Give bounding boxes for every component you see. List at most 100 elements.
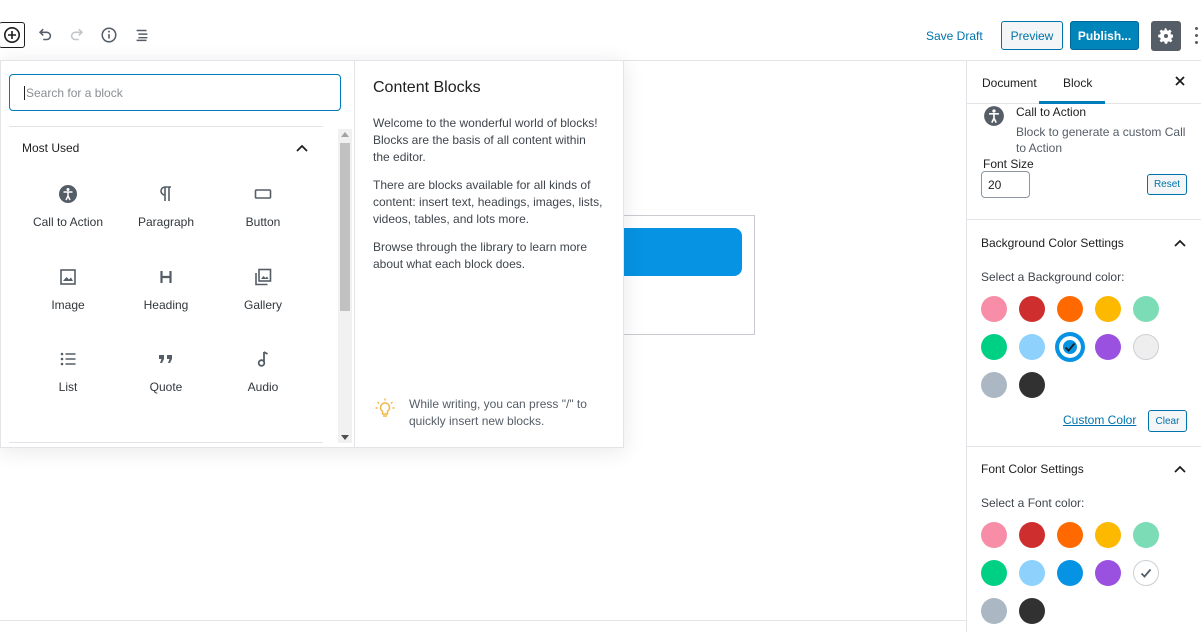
- color-swatch[interactable]: [1019, 598, 1045, 624]
- checkmark-icon: [1064, 342, 1076, 352]
- info-paragraph: Welcome to the wonderful world of blocks…: [373, 116, 598, 164]
- color-swatch[interactable]: [1057, 334, 1083, 360]
- publish-button[interactable]: Publish...: [1070, 21, 1139, 50]
- block-item-call-to-action[interactable]: Call to Action: [19, 179, 117, 249]
- info-title: Content Blocks: [373, 79, 481, 96]
- color-swatch[interactable]: [1057, 296, 1083, 322]
- color-swatch[interactable]: [981, 334, 1007, 360]
- block-item-heading[interactable]: Heading: [117, 262, 215, 332]
- checkmark-icon: [1140, 568, 1152, 578]
- color-swatch[interactable]: [1057, 522, 1083, 548]
- block-item-paragraph[interactable]: Paragraph: [117, 179, 215, 249]
- more-icon: [1195, 27, 1198, 30]
- scroll-up-arrow[interactable]: [341, 132, 349, 137]
- divider: [9, 126, 323, 127]
- text-caret: [24, 85, 25, 100]
- scrollbar-thumb[interactable]: [340, 143, 350, 311]
- button-icon: [254, 189, 272, 199]
- block-card-description: Block to generate a custom Call to Actio…: [1016, 125, 1186, 155]
- color-swatch[interactable]: [981, 522, 1007, 548]
- reset-font-size-button[interactable]: Reset: [1147, 174, 1187, 195]
- block-item-gallery[interactable]: Gallery: [214, 262, 312, 332]
- font-color-panel-toggle[interactable]: Font Color Settings: [981, 462, 1084, 476]
- color-swatch[interactable]: [1095, 296, 1121, 322]
- lightbulb-icon: [375, 398, 395, 417]
- color-swatch[interactable]: [1019, 296, 1045, 322]
- info-paragraph: Browse through the library to learn more…: [373, 240, 588, 271]
- color-swatch[interactable]: [981, 372, 1007, 398]
- info-paragraph: There are blocks available for all kinds…: [373, 178, 603, 226]
- block-item-audio[interactable]: Audio: [214, 344, 312, 414]
- color-swatch[interactable]: [1057, 560, 1083, 586]
- undo-button[interactable]: [32, 22, 58, 48]
- color-swatch[interactable]: [1019, 560, 1045, 586]
- info-icon: [101, 27, 117, 43]
- quote-icon: [159, 355, 172, 363]
- close-sidebar-button[interactable]: [1173, 74, 1189, 90]
- chevron-up-icon[interactable]: [295, 141, 309, 155]
- block-item-list[interactable]: List: [19, 344, 117, 414]
- font-size-input[interactable]: 20: [981, 171, 1030, 198]
- block-label: List: [58, 380, 78, 394]
- scroll-down-arrow[interactable]: [341, 435, 349, 440]
- divider: [9, 442, 323, 443]
- divider: [967, 446, 1201, 447]
- tab-block[interactable]: Block: [1063, 76, 1092, 90]
- pilcrow-icon: [160, 186, 171, 201]
- block-item-image[interactable]: Image: [19, 262, 117, 332]
- clear-color-button[interactable]: Clear: [1148, 410, 1187, 432]
- list-icon: [60, 352, 76, 366]
- chevron-up-icon[interactable]: [1173, 462, 1187, 476]
- color-swatch[interactable]: [1019, 522, 1045, 548]
- block-search-input[interactable]: Search for a block: [9, 74, 341, 111]
- chevron-up-icon[interactable]: [1173, 236, 1187, 250]
- color-swatch[interactable]: [1019, 334, 1045, 360]
- tab-document[interactable]: Document: [982, 76, 1037, 90]
- block-label: Call to Action: [32, 215, 104, 229]
- color-swatch[interactable]: [1133, 296, 1159, 322]
- active-tab-indicator: [1039, 101, 1105, 104]
- bg-color-panel-toggle[interactable]: Background Color Settings: [981, 236, 1124, 250]
- info-button[interactable]: [96, 22, 122, 48]
- color-swatch[interactable]: [1133, 334, 1159, 360]
- call-to-action-block[interactable]: [622, 215, 755, 335]
- more-menu-button[interactable]: [1194, 27, 1200, 45]
- inserter-list-panel: Search for a block Most Used Call to Act…: [1, 61, 355, 447]
- redo-icon: [70, 28, 84, 41]
- redo-button[interactable]: [64, 22, 90, 48]
- color-swatch[interactable]: [981, 560, 1007, 586]
- heading-icon: [160, 271, 172, 283]
- block-item-quote[interactable]: Quote: [117, 344, 215, 414]
- color-swatch[interactable]: [981, 598, 1007, 624]
- font-color-label: Select a Font color:: [981, 496, 1085, 510]
- preview-button[interactable]: Preview: [1001, 21, 1063, 50]
- most-used-heading[interactable]: Most Used: [22, 141, 79, 155]
- font-size-label: Font Size: [983, 157, 1034, 171]
- save-draft-link[interactable]: Save Draft: [926, 29, 983, 43]
- block-list-scrollbar[interactable]: [338, 129, 352, 443]
- cta-button-preview[interactable]: [623, 228, 742, 276]
- color-swatch[interactable]: [1095, 560, 1121, 586]
- close-icon: [1175, 76, 1185, 86]
- block-label: Quote: [149, 380, 183, 394]
- color-swatch[interactable]: [1019, 372, 1045, 398]
- block-label: Paragraph: [137, 215, 195, 229]
- block-label: Audio: [247, 380, 279, 394]
- block-item-button[interactable]: Button: [214, 179, 312, 249]
- tip-text: While writing, you can press "/" to quic…: [409, 397, 587, 428]
- list-view-button[interactable]: [129, 22, 155, 48]
- accessibility-icon: [59, 185, 77, 203]
- color-swatch[interactable]: [981, 296, 1007, 322]
- list-view-icon: [136, 29, 148, 42]
- block-label: Heading: [143, 298, 189, 312]
- color-swatch[interactable]: [1133, 560, 1159, 586]
- block-label: Image: [51, 298, 85, 312]
- color-swatch[interactable]: [1133, 522, 1159, 548]
- color-swatch[interactable]: [1095, 522, 1121, 548]
- custom-color-link[interactable]: Custom Color: [1063, 413, 1136, 427]
- block-label: Button: [245, 215, 281, 229]
- block-label: Gallery: [243, 298, 282, 312]
- color-swatch[interactable]: [1095, 334, 1121, 360]
- add-block-button[interactable]: [0, 22, 25, 48]
- settings-button[interactable]: [1151, 21, 1181, 51]
